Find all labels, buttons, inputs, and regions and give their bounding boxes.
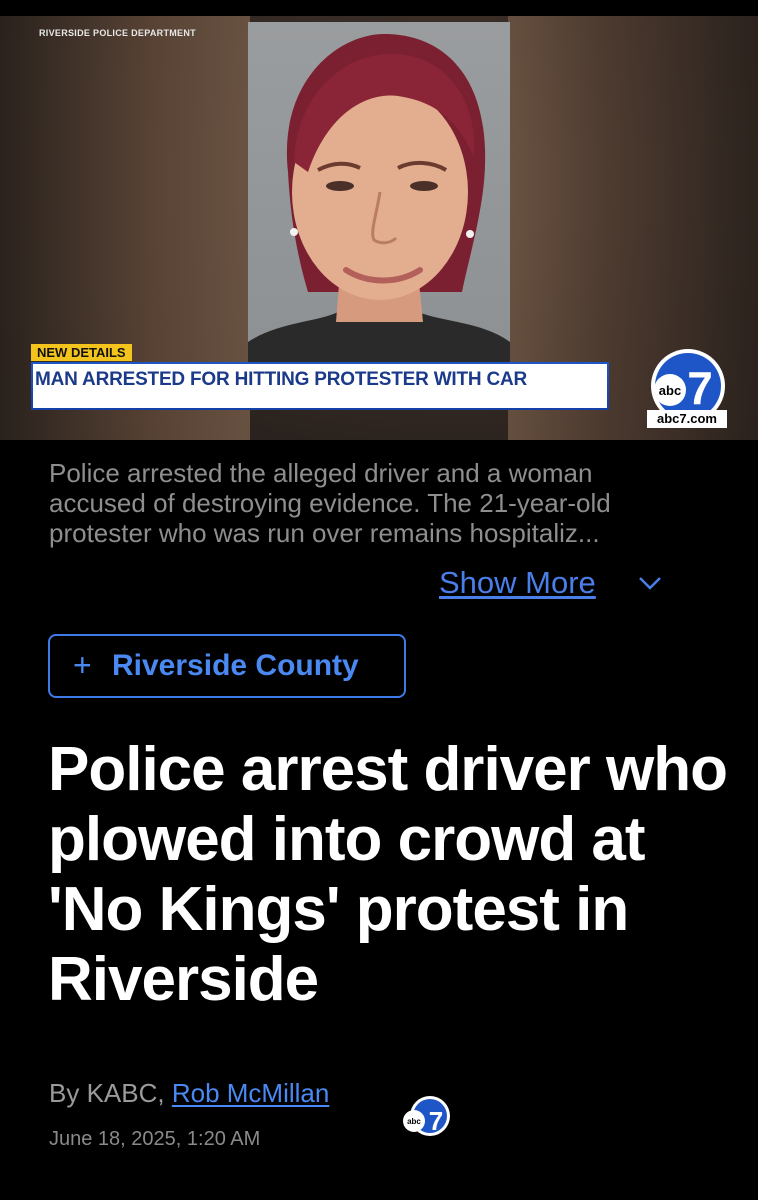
new-details-tag: NEW DETAILS xyxy=(31,344,132,361)
author-link[interactable]: Rob McMillan xyxy=(172,1078,330,1108)
mugshot-photo xyxy=(248,22,510,366)
article-summary: Police arrested the alleged driver and a… xyxy=(49,458,611,548)
headline-banner: MAN ARRESTED FOR HITTING PROTESTER WITH … xyxy=(31,362,609,410)
byline-logo-number: 7 xyxy=(429,1106,443,1136)
byline-logo-text: abc xyxy=(407,1117,421,1126)
topic-label: Riverside County xyxy=(112,649,359,682)
person-portrait xyxy=(248,33,510,366)
show-more-link[interactable]: Show More xyxy=(439,565,596,601)
abc-logo-number: 7 xyxy=(687,362,713,414)
publish-date: June 18, 2025, 1:20 AM xyxy=(49,1128,261,1150)
article-title: Police arrest driver who plowed into cro… xyxy=(48,735,728,1014)
abc-logo-text: abc xyxy=(659,383,681,398)
byline-prefix: By KABC, xyxy=(49,1078,172,1108)
byline: By KABC, Rob McMillan xyxy=(49,1078,329,1109)
follow-topic-button[interactable]: + Riverside County xyxy=(48,634,406,698)
chevron-down-icon[interactable] xyxy=(636,573,664,593)
hero-image[interactable]: RIVERSIDE POLICE DEPARTMENT NEW DETAILS … xyxy=(0,16,758,440)
photo-credit: RIVERSIDE POLICE DEPARTMENT xyxy=(39,28,196,38)
headline-banner-text: MAN ARRESTED FOR HITTING PROTESTER WITH … xyxy=(35,369,528,390)
abc7-byline-logo-icon: abc 7 xyxy=(403,1096,450,1136)
abc7-site-label: abc7.com xyxy=(647,410,727,428)
status-bar xyxy=(0,0,758,16)
plus-icon: + xyxy=(73,647,92,683)
